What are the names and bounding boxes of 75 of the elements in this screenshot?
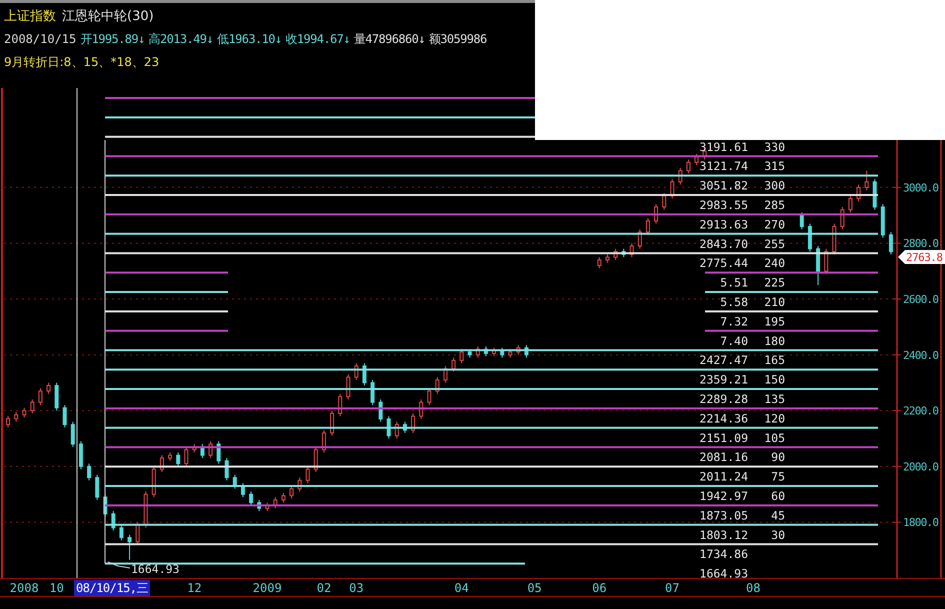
time-label: 10 [49,581,64,595]
quote-field: 收1994.67↓ [285,31,350,48]
quote-field: 开1995.89↓ [80,31,145,48]
level-degree: 300 [764,178,785,193]
level-price: 2214.36 [700,411,748,426]
level-degree: 270 [764,217,785,232]
level-degree: 135 [764,392,785,406]
level-price: 7.32 [720,314,748,328]
time-label: 07 [665,581,680,595]
axis-label: 1800.0 [903,516,939,530]
level-degree: 45 [771,508,785,522]
level-degree: 165 [764,353,785,368]
level-degree: 315 [764,159,785,174]
axis-label: 2000.0 [903,460,939,474]
time-label: 04 [454,581,469,595]
level-price: 2427.47 [700,353,748,368]
quote-field: 量47896860↓ [354,31,425,48]
time-label: 2009 [252,581,282,595]
level-degree: 150 [764,372,785,387]
level-price: 2983.55 [700,198,748,212]
level-degree: 210 [764,295,785,309]
level-degree: 60 [771,489,785,503]
time-label: 03 [349,581,364,595]
level-degree: 105 [764,430,785,445]
level-price: 2843.70 [700,236,748,251]
low-price-label: 1664.93 [131,562,180,576]
level-price: 2151.09 [700,430,748,445]
time-label: 08 [746,581,760,595]
time-label: 2008 [10,581,39,595]
level-price: 1803.12 [700,528,748,542]
axis-label: 3000.0 [903,181,939,194]
cursor-date: 08/10/15,三 [74,580,150,596]
level-price: 1942.97 [700,489,748,503]
level-degree: 75 [771,470,785,484]
level-degree: 180 [764,334,785,348]
axis-label: 2600.0 [903,293,939,306]
level-degree: 225 [764,276,785,290]
quote-date: 2008/10/15 [4,32,76,46]
current-price-tag: 2763.8 [898,250,945,264]
level-degree: 255 [764,236,785,251]
turning-days: 9月转折日:8、15、*18、23 [4,54,160,71]
level-price: 1734.86 [700,547,748,562]
level-price: 5.51 [720,276,748,290]
quote-field: 低1963.10↓ [217,31,282,48]
level-price: 3121.74 [700,159,748,174]
level-price: 2913.63 [700,217,748,232]
time-label: 06 [592,581,607,595]
time-label: 05 [527,581,542,595]
time-label: 12 [187,581,202,595]
level-degree: 330 [764,140,785,154]
level-price: 2081.16 [700,450,748,464]
level-degree: 195 [764,314,785,328]
indicator-name: 江恩轮中轮(30) [62,8,154,25]
level-price: 3051.82 [700,178,748,193]
level-degree: 285 [764,198,785,212]
level-price: 3191.61 [700,140,748,154]
level-price: 5.58 [720,295,748,309]
symbol-name: 上证指数 [4,8,56,25]
level-price: 2289.28 [700,392,748,406]
quote-field: 高2013.49↓ [148,31,214,48]
axis-label: 2200.0 [903,404,939,418]
quote-field: 额3059986 [428,31,487,48]
level-price: 2011.24 [700,470,748,484]
level-price: 2359.21 [700,372,748,387]
level-degree: 90 [771,450,785,464]
level-price: 1664.93 [700,566,748,578]
level-degree: 120 [764,411,785,426]
level-price: 7.40 [720,334,748,348]
time-label: 02 [316,581,332,595]
level-degree: 240 [764,256,785,270]
level-price: 2775.44 [700,256,748,270]
axis-label: 2800.0 [903,237,939,250]
level-degree: 30 [771,528,785,542]
axis-label: 2400.0 [903,348,939,362]
level-price: 1873.05 [700,508,748,522]
